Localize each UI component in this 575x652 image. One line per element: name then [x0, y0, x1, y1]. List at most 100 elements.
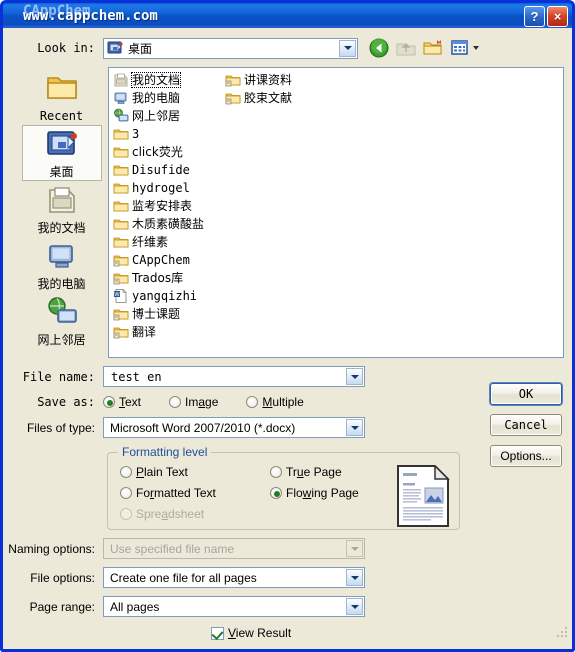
window-title: www.cappchem.com — [23, 7, 158, 24]
file-list-item[interactable]: 博士课题 — [111, 305, 223, 323]
file-list-item[interactable]: 纤维素 — [111, 233, 223, 251]
save-as-row: Save as: Text Image Multiple — [3, 395, 572, 409]
radio-indicator — [120, 487, 132, 499]
file-list-item[interactable]: 监考安排表 — [111, 197, 223, 215]
file-list-item[interactable]: 网上邻居 — [111, 107, 223, 125]
chevron-down-icon[interactable] — [346, 368, 363, 385]
file-list-item[interactable]: 我的文档 — [111, 71, 223, 89]
files-of-type-label-text: Files of type: — [26, 420, 95, 435]
formatting-level-title: Formatting level — [118, 445, 212, 459]
file-list-item-name: 网上邻居 — [132, 109, 181, 123]
views-icon[interactable] — [449, 37, 471, 59]
file-list-item-name: 监考安排表 — [132, 199, 193, 213]
chevron-down-icon[interactable] — [346, 598, 363, 615]
file-list-item[interactable]: 讲课资料 — [223, 71, 335, 89]
chevron-down-icon[interactable] — [346, 419, 363, 436]
chevron-down-icon[interactable] — [339, 39, 356, 57]
file-list-item[interactable]: Trados库 — [111, 269, 223, 287]
ok-button[interactable]: OK — [490, 383, 562, 405]
dialog-client-area: Look in: 桌面 Recent 桌面 我的文档 我的电脑 网上邻居 我的文… — [3, 28, 572, 640]
formatting-option-right-2[interactable]: Flowing Page — [270, 486, 359, 500]
file-list-item[interactable]: 翻译 — [111, 323, 223, 341]
formatting-level-group: Formatting level Plain Text Formatted Tex… — [107, 445, 460, 530]
radio-indicator — [246, 396, 259, 408]
formatting-option-left-1[interactable]: Plain Text — [120, 465, 270, 479]
output-options: Naming options: Use specified file name … — [3, 538, 572, 640]
file-list-item-name: 讲课资料 — [244, 73, 293, 87]
page-range-value: All pages — [110, 599, 160, 614]
dialog-buttons: OK Cancel Options... — [490, 383, 562, 467]
file-list-item-name: yangqizhi — [132, 289, 198, 303]
file-list-item-name: Trados库 — [132, 271, 184, 285]
file-list-item[interactable]: 木质素磺酸盐 — [111, 215, 223, 233]
files-of-type-row: Files of type: Microsoft Word 2007/2010 … — [3, 417, 572, 438]
places-item-label: Recent — [39, 108, 84, 123]
places-item-5[interactable]: 网上邻居 — [22, 293, 102, 349]
save-as-option-1[interactable]: Text — [103, 395, 141, 409]
back-arrow-icon[interactable] — [368, 37, 390, 59]
file-list-item-name: 翻译 — [132, 325, 157, 339]
view-result-checkbox[interactable] — [211, 626, 224, 640]
file-name-row: File name: test en — [3, 366, 572, 387]
file-list-item[interactable]: Wyangqizhi — [111, 287, 223, 305]
views-dropdown-arrow-icon[interactable] — [473, 46, 479, 50]
radio-indicator — [120, 466, 132, 478]
my-computer-icon — [113, 90, 129, 106]
options-button[interactable]: Options... — [490, 445, 562, 467]
places-item-3[interactable]: 我的文档 — [22, 181, 102, 237]
file-list-item[interactable]: 胶束文献 — [223, 89, 335, 107]
file-options-label: File options: — [30, 570, 95, 585]
radio-indicator — [103, 396, 115, 408]
chevron-down-icon[interactable] — [346, 569, 363, 586]
file-list[interactable]: 我的文档 我的电脑网上邻居 3 click荧光 Disufide hydrogel 监考安排… — [108, 67, 564, 358]
page-range-combo[interactable]: All pages — [103, 596, 365, 617]
close-button[interactable]: × — [547, 6, 568, 27]
file-list-item[interactable]: Disufide — [111, 161, 223, 179]
file-list-columns: 我的文档 我的电脑网上邻居 3 click荧光 Disufide hydrogel 监考安排… — [111, 71, 561, 354]
save-as-option-3[interactable]: Multiple — [246, 395, 304, 409]
title-bar[interactable]: www.cappchem.com CAppChem ? × — [0, 0, 575, 28]
cancel-button[interactable]: Cancel — [490, 414, 562, 436]
formatting-option-left-2[interactable]: Formatted Text — [120, 486, 270, 500]
save-as-label: Save as: — [37, 395, 95, 409]
file-options-combo[interactable]: Create one file for all pages — [103, 567, 365, 588]
browser-area: Recent 桌面 我的文档 我的电脑 网上邻居 我的文档 我的电脑 网上邻居 3 click荧… — [3, 67, 572, 358]
places-item-1[interactable]: Recent — [22, 69, 102, 125]
formatting-option-left-3: Spreadsheet — [120, 507, 270, 521]
naming-options-value: Use specified file name — [110, 541, 235, 556]
look-in-combo[interactable]: 桌面 — [103, 37, 358, 59]
naming-options-row: Naming options: Use specified file name — [3, 538, 572, 559]
file-list-item-name: 木质素磺酸盐 — [132, 217, 205, 231]
file-list-item[interactable]: hydrogel — [111, 179, 223, 197]
shared-folder-icon — [113, 270, 129, 286]
file-list-item-name: 胶束文献 — [244, 91, 293, 105]
file-name-input[interactable]: test en — [103, 366, 365, 387]
radio-label: Plain Text — [136, 465, 188, 479]
desktop-icon — [107, 41, 123, 54]
radio-indicator — [120, 508, 132, 520]
places-item-4[interactable]: 我的电脑 — [22, 237, 102, 293]
svg-text:W: W — [114, 292, 120, 298]
view-result-label[interactable]: View Result — [228, 626, 291, 640]
places-item-label: 桌面 — [49, 164, 74, 179]
file-list-item[interactable]: click荧光 — [111, 143, 223, 161]
folder-icon — [113, 234, 129, 250]
file-list-item[interactable]: CAppChem — [111, 251, 223, 269]
formatting-column-right: True Page Flowing Page — [270, 465, 359, 521]
file-list-item[interactable]: 我的电脑 — [111, 89, 223, 107]
places-item-2[interactable]: 桌面 — [21, 125, 102, 181]
file-options-row: File options: Create one file for all pa… — [3, 567, 572, 588]
recent-folder-icon — [46, 72, 78, 109]
file-list-item-name: CAppChem — [132, 253, 190, 267]
resize-grip[interactable] — [557, 625, 569, 637]
new-folder-icon[interactable] — [422, 37, 444, 59]
files-of-type-combo[interactable]: Microsoft Word 2007/2010 (*.docx) — [103, 417, 365, 438]
radio-label: Image — [185, 395, 219, 409]
formatting-option-right-1[interactable]: True Page — [270, 465, 359, 479]
radio-indicator — [169, 396, 182, 408]
file-list-item[interactable]: 3 — [111, 125, 223, 143]
file-name-label: File name: — [22, 369, 95, 384]
help-button[interactable]: ? — [524, 6, 545, 27]
save-as-option-2[interactable]: Image — [169, 395, 218, 409]
places-bar: Recent 桌面我的文档 我的电脑 网上邻居 — [15, 67, 108, 358]
